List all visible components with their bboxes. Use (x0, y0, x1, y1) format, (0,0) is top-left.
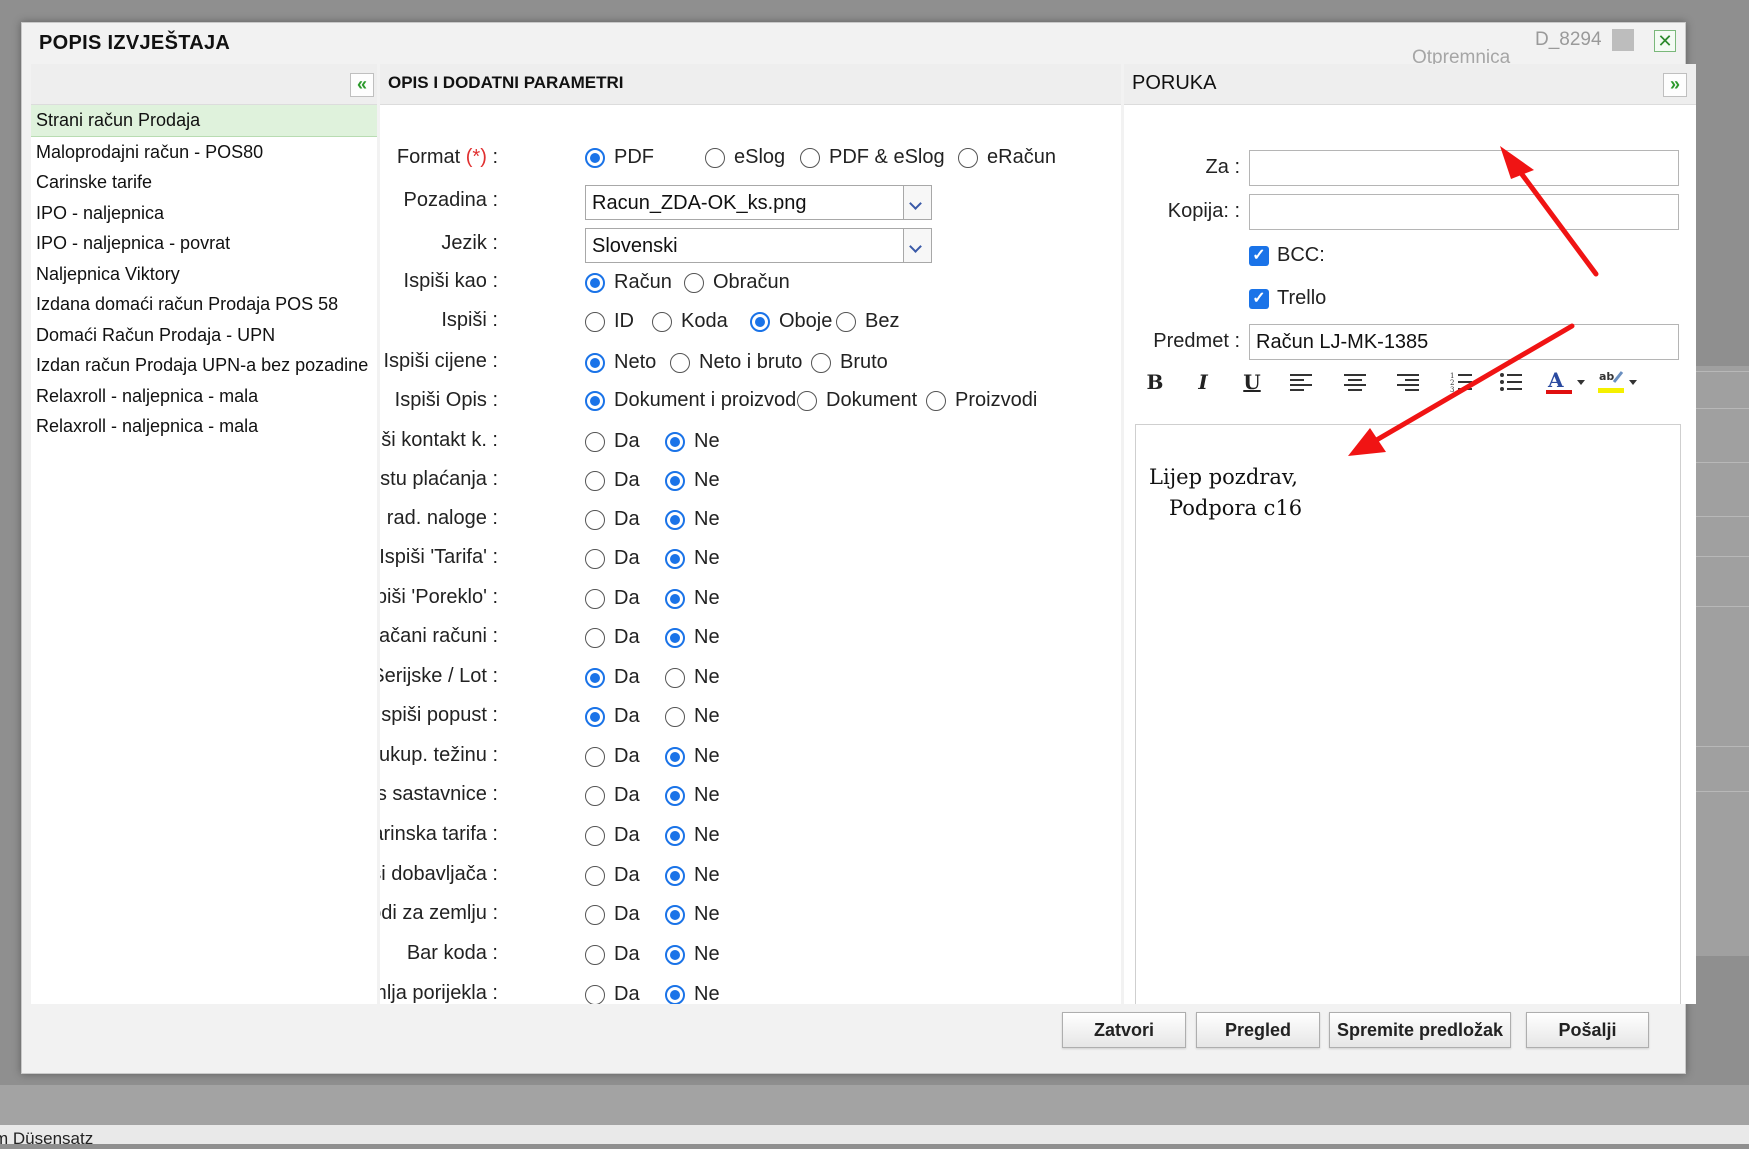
annotation-arrows (1348, 146, 1599, 456)
annotation-arrow-to-za (1512, 162, 1599, 277)
annotation-arrow-to-editor (1365, 323, 1575, 448)
annotation-arrowhead-za (1500, 146, 1534, 179)
annotation-arrowhead-editor (1348, 428, 1386, 456)
